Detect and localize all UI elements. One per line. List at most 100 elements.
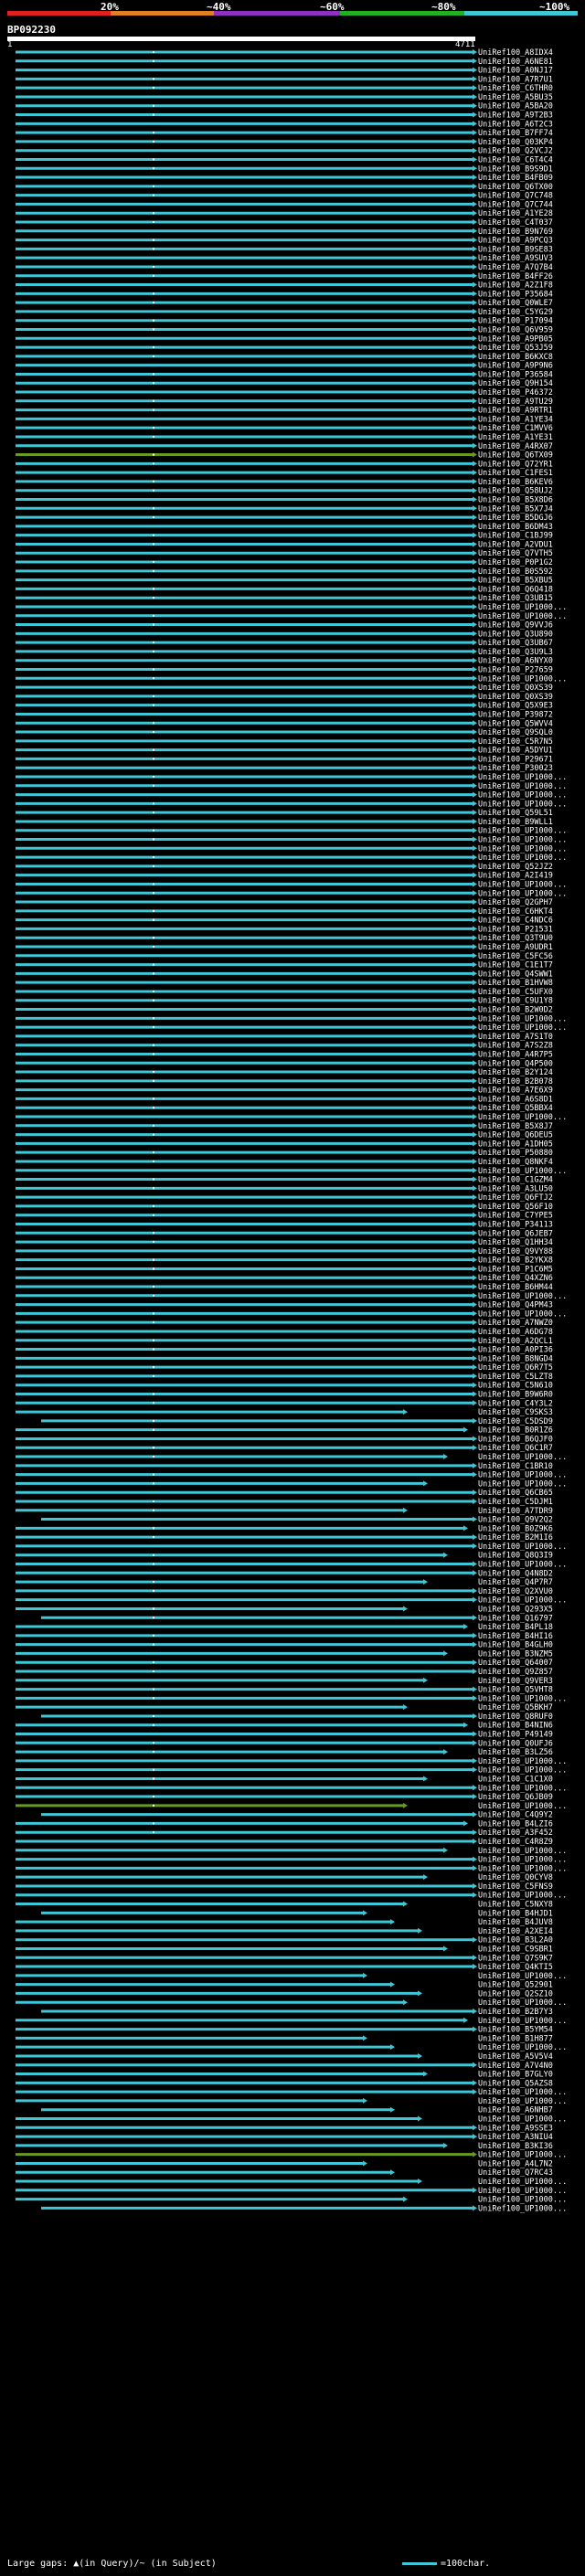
hit-row[interactable]: UniRef100_B4PL18	[16, 1623, 553, 1632]
hit-row[interactable]: UniRef100_UP1000...	[16, 1471, 567, 1480]
hit-label[interactable]: UniRef100_B6QJF0	[478, 1435, 553, 1444]
hit-label[interactable]: UniRef100_UP1000...	[478, 2115, 567, 2124]
hit-label[interactable]: UniRef100_Q1HH34	[478, 1238, 553, 1247]
hit-label[interactable]: UniRef100_P49149	[478, 1731, 553, 1740]
hit-label[interactable]: UniRef100_P46372	[478, 388, 553, 398]
hit-row[interactable]: UniRef100_B4HJD1	[41, 1909, 553, 1918]
hit-label[interactable]: UniRef100_UP1000...	[478, 612, 567, 621]
hit-row[interactable]: UniRef100_Q1HH34	[16, 1238, 553, 1247]
hit-label[interactable]: UniRef100_A7E6X9	[478, 1087, 553, 1096]
hit-label[interactable]: UniRef100_A5BU35	[478, 93, 553, 102]
hit-row[interactable]: UniRef100_C1E1T7	[16, 961, 553, 970]
hit-label[interactable]: UniRef100_Q3UB15	[478, 594, 553, 603]
hit-row[interactable]: UniRef100_Q4SWW1	[16, 970, 553, 979]
hit-label[interactable]: UniRef100_B4NIN6	[478, 1722, 553, 1731]
hit-row[interactable]: UniRef100_A3LU50	[16, 1184, 553, 1193]
hit-row[interactable]: UniRef100_A7NWZ0	[16, 1319, 553, 1328]
hit-row[interactable]: UniRef100_Q2XVU0	[16, 1587, 553, 1596]
hit-label[interactable]: UniRef100_UP1000...	[478, 1847, 567, 1856]
hit-row[interactable]: UniRef100_P46372	[16, 388, 553, 398]
hit-row[interactable]: UniRef100_B5X8D6	[16, 496, 553, 505]
hit-row[interactable]: UniRef100_Q4PM43	[16, 1301, 553, 1310]
hit-row[interactable]: UniRef100_A9SSE3	[16, 2124, 553, 2133]
hit-row[interactable]: UniRef100_Q6V959	[16, 325, 553, 334]
hit-label[interactable]: UniRef100_B9WLL1	[478, 818, 553, 827]
hit-label[interactable]: UniRef100_A7S2Z8	[478, 1042, 553, 1051]
hit-row[interactable]: UniRef100_A0PI36	[16, 1346, 553, 1355]
hit-row[interactable]: UniRef100_B9W6R0	[16, 1391, 553, 1400]
hit-label[interactable]: UniRef100_UP1000...	[478, 1972, 567, 1981]
hit-label[interactable]: UniRef100_UP1000...	[478, 2196, 567, 2205]
hit-row[interactable]: UniRef100_B5DGJ6	[16, 514, 553, 523]
hit-label[interactable]: UniRef100_UP1000...	[478, 1998, 567, 2008]
hit-label[interactable]: UniRef100_P1C6M5	[478, 1265, 553, 1274]
hit-label[interactable]: UniRef100_A6NE81	[478, 58, 553, 67]
hit-label[interactable]: UniRef100_A7R7U1	[478, 75, 553, 84]
hit-label[interactable]: UniRef100_B2W0D2	[478, 1006, 553, 1015]
hit-label[interactable]: UniRef100_UP1000...	[478, 853, 567, 863]
hit-row[interactable]: UniRef100_B3KI36	[16, 2142, 553, 2151]
hit-label[interactable]: UniRef100_UP1000...	[478, 1479, 567, 1489]
hit-row[interactable]: UniRef100_A9TU29	[16, 398, 553, 407]
hit-label[interactable]: UniRef100_Q0CYV8	[478, 1873, 553, 1882]
hit-label[interactable]: UniRef100_A1YE28	[478, 209, 553, 218]
hit-label[interactable]: UniRef100_UP1000...	[478, 1014, 567, 1023]
hit-row[interactable]: UniRef100_C9SBR1	[16, 1945, 553, 1954]
hit-row[interactable]: UniRef100_C5N610	[16, 1382, 553, 1391]
hit-row[interactable]: UniRef100_A5DYU1	[16, 747, 553, 756]
hit-row[interactable]: UniRef100_A1YE34	[16, 415, 553, 424]
hit-row[interactable]: UniRef100_Q0XS39	[16, 684, 553, 693]
hit-label[interactable]: UniRef100_A9PCQ3	[478, 237, 553, 246]
hit-row[interactable]: UniRef100_C9U1Y8	[16, 997, 553, 1006]
hit-row[interactable]: UniRef100_C5YG29	[16, 308, 553, 317]
hit-label[interactable]: UniRef100_Q6CB65	[478, 1489, 553, 1498]
hit-row[interactable]: UniRef100_Q2GPH7	[16, 898, 553, 907]
hit-row[interactable]: UniRef100_A3NIU4	[16, 2133, 553, 2142]
hit-row[interactable]: UniRef100_UP1000...	[16, 1453, 567, 1462]
hit-row[interactable]: UniRef100_B2B7Y3	[41, 2008, 553, 2017]
hit-label[interactable]: UniRef100_B4HI16	[478, 1632, 553, 1641]
hit-label[interactable]: UniRef100_Q4P7R7	[478, 1578, 553, 1587]
hit-row[interactable]: UniRef100_A2VDU1	[16, 540, 553, 549]
hit-label[interactable]: UniRef100_C9U1Y8	[478, 997, 553, 1006]
hit-row[interactable]: UniRef100_B3NZM5	[16, 1649, 553, 1659]
hit-row[interactable]: UniRef100_UP1000...	[16, 1292, 567, 1301]
hit-row[interactable]: UniRef100_B4LZI6	[16, 1819, 553, 1829]
hit-row[interactable]: UniRef100_UP1000...	[16, 1694, 567, 1703]
hit-row[interactable]: UniRef100_C5NXY8	[16, 1901, 553, 1910]
hit-row[interactable]: UniRef100_A3F452	[16, 1829, 553, 1838]
hit-label[interactable]: UniRef100_B1HVW8	[478, 979, 553, 988]
hit-label[interactable]: UniRef100_Q5VHT8	[478, 1686, 553, 1695]
hit-label[interactable]: UniRef100_UP1000...	[478, 1561, 567, 1570]
hit-row[interactable]: UniRef100_UP1000...	[16, 603, 567, 612]
hit-row[interactable]: UniRef100_Q16797	[41, 1614, 553, 1623]
hit-label[interactable]: UniRef100_Q59L51	[478, 809, 553, 818]
hit-row[interactable]: UniRef100_Q7C748	[16, 192, 553, 201]
hit-label[interactable]: UniRef100_B4JUV8	[478, 1918, 553, 1927]
hit-label[interactable]: UniRef100_Q4PM43	[478, 1301, 553, 1310]
hit-label[interactable]: UniRef100_P30023	[478, 764, 553, 773]
hit-row[interactable]: UniRef100_C1C1X0	[16, 1775, 553, 1784]
hit-label[interactable]: UniRef100_Q4KTI5	[478, 1963, 553, 1972]
hit-label[interactable]: UniRef100_Q3UB67	[478, 639, 553, 648]
hit-label[interactable]: UniRef100_B2Y124	[478, 1068, 553, 1077]
hit-label[interactable]: UniRef100_Q9VY88	[478, 1247, 553, 1256]
hit-row[interactable]: UniRef100_A7S2Z8	[16, 1042, 553, 1051]
hit-label[interactable]: UniRef100_P34113	[478, 1220, 553, 1229]
hit-label[interactable]: UniRef100_B5X7J4	[478, 504, 553, 514]
hit-row[interactable]: UniRef100_A1DH05	[16, 1140, 553, 1149]
hit-label[interactable]: UniRef100_A9P9N6	[478, 362, 553, 371]
hit-row[interactable]: UniRef100_Q6C1R7	[16, 1444, 553, 1453]
hit-row[interactable]: UniRef100_Q0XS39	[16, 693, 553, 702]
hit-row[interactable]: UniRef100_B4GLH0	[16, 1641, 553, 1650]
hit-label[interactable]: UniRef100_Q6V959	[478, 325, 553, 334]
hit-label[interactable]: UniRef100_B6HM44	[478, 1283, 553, 1292]
hit-row[interactable]: UniRef100_P29671	[16, 755, 553, 764]
hit-label[interactable]: UniRef100_B0Z9K6	[478, 1524, 553, 1533]
hit-row[interactable]: UniRef100_Q5BBX4	[16, 1104, 553, 1113]
hit-row[interactable]: UniRef100_A4RX07	[16, 442, 553, 451]
hit-label[interactable]: UniRef100_B6KXC8	[478, 353, 553, 362]
hit-label[interactable]: UniRef100_Q3U9L3	[478, 648, 553, 657]
hit-label[interactable]: UniRef100_Q9VER3	[478, 1677, 553, 1686]
hit-label[interactable]: UniRef100_B4HJD1	[478, 1909, 553, 1918]
